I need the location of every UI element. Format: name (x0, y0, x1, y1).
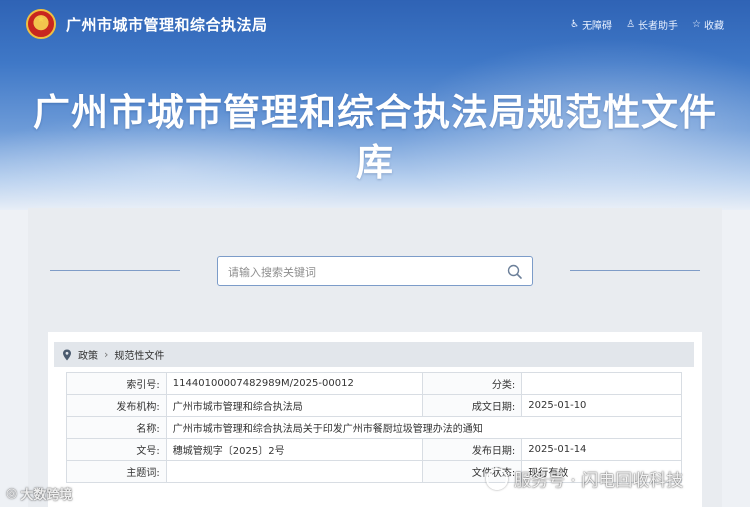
index-label: 索引号: (66, 372, 167, 395)
elder-helper-label: 长者助手 (638, 21, 679, 32)
page-title: 广州市城市管理和综合执法局规范性文件库 (33, 91, 717, 184)
search-box (217, 256, 533, 286)
bookmark-icon: ☆ (692, 19, 701, 30)
publisher-value: 广州市城市管理和综合执法局 (165, 394, 423, 417)
breadcrumb-normative-docs[interactable]: 规范性文件 (114, 347, 164, 362)
divider-right (570, 270, 700, 271)
elder-helper-icon: ♙ (626, 19, 636, 30)
watermark-left: ◎ 大数跨境 (6, 484, 72, 503)
name-label: 名称: (66, 416, 167, 439)
publisher-label: 发布机构: (66, 394, 167, 417)
watermark-right-text: 服务号 · 闪电回收科技 (514, 471, 684, 491)
header-banner: ★ 广州市城市管理和综合执法局 ♿ 无障碍 ♙ 长者助手 ☆ 收藏 广州市城市管… (0, 0, 750, 210)
written-date-label: 成文日期: (421, 394, 523, 417)
search-input[interactable] (228, 263, 498, 281)
location-pin-icon (63, 349, 71, 360)
table-row: 名称: 广州市城市管理和综合执法局关于印发广州市餐厨垃圾管理办法的通知 (66, 416, 683, 439)
doc-number-value: 穗城管规字〔2025〕2号 (165, 438, 423, 461)
table-row: 文号: 穗城管规字〔2025〕2号 发布日期: 2025-01-14 (66, 438, 682, 461)
category-label: 分类: (421, 372, 523, 395)
main-panel: 政策 › 规范性文件 索引号: 11440100007482989M/2025-… (28, 208, 722, 507)
watermark-logo-icon: ◎ (6, 486, 18, 501)
name-value: 广州市城市管理和综合执法局关于印发广州市餐厨垃圾管理办法的通知 (165, 416, 683, 439)
bookmark-link[interactable]: ☆ 收藏 (692, 17, 724, 32)
keywords-value (165, 460, 423, 483)
site-name[interactable]: 广州市城市管理和综合执法局 (66, 14, 268, 35)
top-bar: ★ 广州市城市管理和综合执法局 ♿ 无障碍 ♙ 长者助手 ☆ 收藏 (0, 0, 750, 48)
divider-left (50, 270, 180, 271)
watermark-right: 服务号 · 闪电回收科技 (486, 466, 683, 491)
breadcrumb: 政策 › 规范性文件 (54, 342, 694, 367)
table-row: 发布机构: 广州市城市管理和综合执法局 成文日期: 2025-01-10 (66, 394, 682, 417)
top-links: ♿ 无障碍 ♙ 长者助手 ☆ 收藏 (570, 17, 724, 32)
national-emblem-logo: ★ (26, 9, 56, 39)
search-icon[interactable] (506, 263, 524, 281)
breadcrumb-policy[interactable]: 政策 (78, 347, 98, 362)
chevron-right-icon: › (104, 348, 109, 361)
search-area (28, 256, 722, 286)
elder-helper-link[interactable]: ♙ 长者助手 (626, 17, 678, 32)
table-row: 索引号: 11440100007482989M/2025-00012 分类: (66, 372, 682, 395)
doc-number-label: 文号: (66, 438, 167, 461)
accessibility-label: 无障碍 (582, 21, 613, 32)
category-value (521, 372, 682, 395)
accessibility-icon: ♿ (570, 19, 580, 30)
wechat-logo-icon (486, 467, 508, 490)
index-value: 11440100007482989M/2025-00012 (165, 372, 423, 395)
publish-date-label: 发布日期: (421, 438, 523, 461)
keywords-label: 主题词: (66, 460, 167, 483)
publish-date-value: 2025-01-14 (521, 438, 682, 461)
written-date-value: 2025-01-10 (521, 394, 682, 417)
accessibility-link[interactable]: ♿ 无障碍 (570, 17, 612, 32)
watermark-left-text: 大数跨境 (20, 488, 73, 503)
bookmark-label: 收藏 (704, 21, 724, 32)
